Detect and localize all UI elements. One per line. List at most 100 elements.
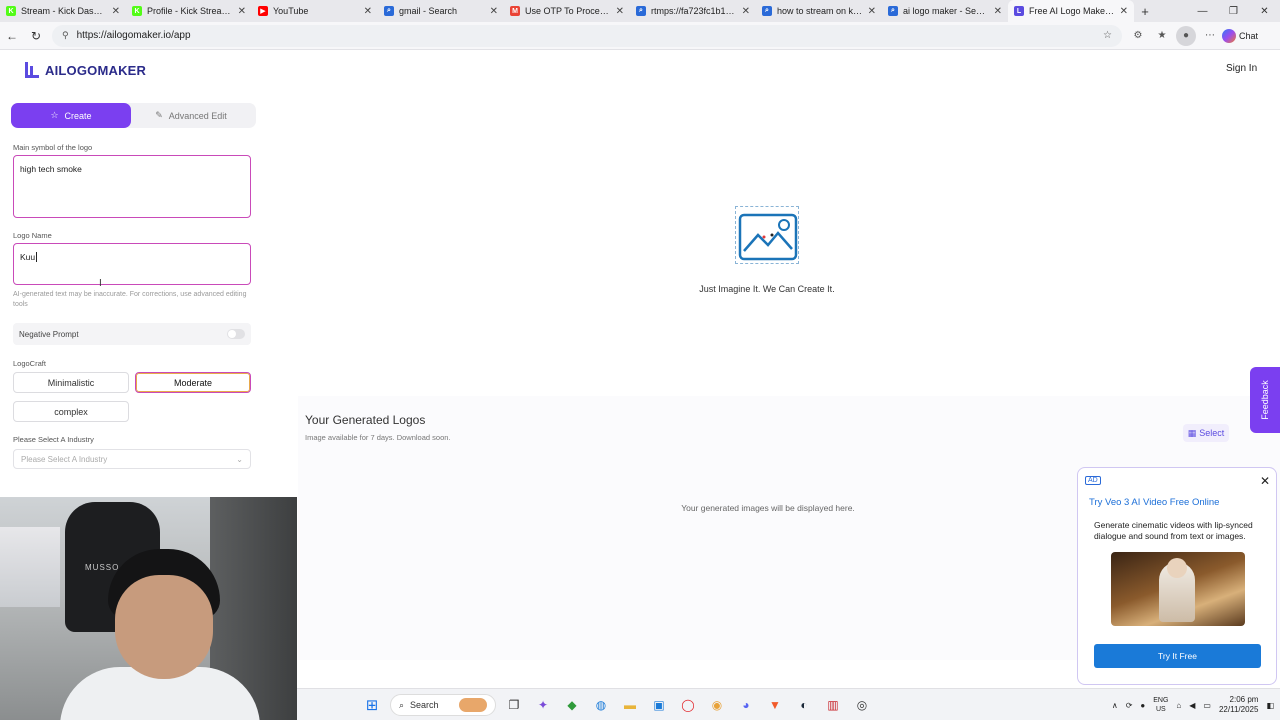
logo-name-label: Logo Name <box>13 231 52 240</box>
taskbar-search[interactable]: ⌕ Search <box>390 694 496 716</box>
copilot-label: Chat <box>1239 30 1259 41</box>
favorite-star-icon[interactable]: ☆ <box>1103 30 1112 41</box>
industry-label: Please Select A Industry <box>13 435 94 444</box>
windows-taskbar: ⊞ ⌕ Search ❐ ✦ ◆ ◍ ▬ ▣ ◯ ◉ ◕ ▼ ◐ ▥ ◎ ∧ ⟳… <box>297 688 1280 720</box>
browser-tab[interactable]: K Profile - Kick Streaming ✕ <box>126 0 252 22</box>
new-tab-button[interactable]: + <box>1134 0 1156 22</box>
window-controls: — ❐ ✕ <box>1187 0 1280 22</box>
generated-subtitle: Image available for 7 days. Download soo… <box>305 433 451 442</box>
browser-tab[interactable]: ⌕ rtmps://fa723fc1b171.g ✕ <box>630 0 756 22</box>
profile-icon[interactable]: ● <box>1176 25 1196 46</box>
steam-icon[interactable]: ◐ <box>793 694 815 716</box>
task-view-icon[interactable]: ❐ <box>503 694 525 716</box>
sync-icon[interactable]: ⟳ <box>1126 701 1133 710</box>
windows-start-icon[interactable]: ⊞ <box>361 694 383 716</box>
search-icon: ⌕ <box>399 699 405 710</box>
search-icon: ⌕ <box>384 6 394 16</box>
negative-prompt-toggle[interactable] <box>227 329 245 339</box>
taskbar-clock[interactable]: 2:06 pm 22/11/2025 <box>1219 695 1258 715</box>
lang-top: ENG <box>1153 697 1169 704</box>
close-icon[interactable]: ✕ <box>1260 474 1270 488</box>
close-tab-icon[interactable]: ✕ <box>112 6 120 17</box>
search-highlight-icon <box>459 698 487 712</box>
clock-time: 2:06 pm <box>1229 695 1259 704</box>
ad-title[interactable]: Try Veo 3 AI Video Free Online <box>1089 497 1219 508</box>
notification-icon[interactable]: ◧ <box>1266 701 1274 710</box>
red-app-icon[interactable]: ▥ <box>822 694 844 716</box>
logo-name-input[interactable]: Kuu <box>13 243 251 285</box>
magic-wand-icon: ✎ <box>155 110 163 120</box>
more-icon[interactable]: ⋯ <box>1200 26 1220 46</box>
opera-icon[interactable]: ◯ <box>677 694 699 716</box>
tray-overflow-icon[interactable]: ∧ <box>1112 701 1118 710</box>
copilot-taskbar-icon[interactable]: ✦ <box>532 694 554 716</box>
site-logo[interactable]: AILOGOMAKER <box>25 62 146 78</box>
close-tab-icon[interactable]: ✕ <box>616 6 624 17</box>
generated-empty-text: Your generated images will be displayed … <box>681 503 855 513</box>
extensions-icon[interactable]: ⚙ <box>1128 26 1148 46</box>
symbol-input-value: high tech smoke <box>20 164 82 174</box>
system-tray: ∧ ⟳ ● ENG US ⌂ ◀ ▭ 2:06 pm 22/11/2025 ◧ <box>1112 689 1274 720</box>
copilot-chat-button[interactable]: Chat <box>1222 28 1259 43</box>
feedback-label: Feedback <box>1260 380 1270 420</box>
close-tab-icon[interactable]: ✕ <box>1120 6 1128 17</box>
close-tab-icon[interactable]: ✕ <box>742 6 750 17</box>
address-bar[interactable]: ⚲ https://ailogomaker.io/app ☆ <box>52 24 1122 47</box>
ad-cta-button[interactable]: Try It Free <box>1094 644 1261 668</box>
tab-title: ai logo maker - Search <box>903 6 989 16</box>
logo-name-value: Kuu <box>20 252 36 262</box>
ad-figure-head <box>1167 558 1187 578</box>
browser-tab[interactable]: ⌕ gmail - Search ✕ <box>378 0 504 22</box>
close-window-icon[interactable]: ✕ <box>1249 0 1280 22</box>
ad-badge: AD <box>1085 476 1101 485</box>
obs-icon[interactable]: ◎ <box>851 694 873 716</box>
tab-advanced-edit[interactable]: ✎ Advanced Edit <box>131 103 251 128</box>
store-icon[interactable]: ▣ <box>648 694 670 716</box>
browser-tab[interactable]: M Use OTP To Proceed - y ✕ <box>504 0 630 22</box>
edge-icon[interactable]: ◍ <box>590 694 612 716</box>
ad-image[interactable] <box>1111 552 1245 626</box>
brave-icon[interactable]: ▼ <box>764 694 786 716</box>
craft-minimalistic-button[interactable]: Minimalistic <box>13 372 129 393</box>
browser-tab[interactable]: L Free AI Logo Maker: Ge ✕ <box>1008 0 1134 22</box>
volume-icon[interactable]: ◀ <box>1189 701 1195 710</box>
input-language[interactable]: ENG US <box>1153 696 1168 714</box>
browser-tab[interactable]: ⌕ ai logo maker - Search ✕ <box>882 0 1008 22</box>
maximize-icon[interactable]: ❐ <box>1218 0 1249 22</box>
chrome-icon[interactable]: ◉ <box>706 694 728 716</box>
symbol-input[interactable]: high tech smoke <box>13 155 251 218</box>
craft-complex-button[interactable]: complex <box>13 401 129 422</box>
browser-tab[interactable]: ⌕ how to stream on kick ✕ <box>756 0 882 22</box>
close-tab-icon[interactable]: ✕ <box>490 6 498 17</box>
browser-tab[interactable]: K Stream - Kick Dashboard ✕ <box>0 0 126 22</box>
tab-create-label: Create <box>64 110 92 121</box>
webcam-person-face <box>115 575 213 679</box>
minimize-icon[interactable]: — <box>1187 0 1218 22</box>
browser-tab[interactable]: ▶ YouTube ✕ <box>252 0 378 22</box>
generated-title: Your Generated Logos <box>305 413 426 427</box>
chart-app-icon[interactable]: ◆ <box>561 694 583 716</box>
discord-icon[interactable]: ◕ <box>735 694 757 716</box>
tab-list: K Stream - Kick Dashboard ✕ K Profile - Kick… <box>0 0 1134 22</box>
feedback-tab[interactable]: Feedback <box>1250 367 1280 433</box>
close-tab-icon[interactable]: ✕ <box>238 6 246 17</box>
industry-placeholder: Please Select A Industry <box>21 454 108 464</box>
close-tab-icon[interactable]: ✕ <box>994 6 1002 17</box>
favorites-icon[interactable]: ★ <box>1152 26 1172 46</box>
craft-moderate-button[interactable]: Moderate <box>135 372 251 393</box>
tab-create[interactable]: ☆ Create <box>11 103 131 128</box>
reload-icon[interactable]: ↻ <box>24 24 48 48</box>
network-icon[interactable]: ⌂ <box>1176 701 1181 710</box>
battery-icon[interactable]: ▭ <box>1203 701 1211 710</box>
select-button[interactable]: ▦ Select <box>1183 424 1229 442</box>
close-tab-icon[interactable]: ✕ <box>364 6 372 17</box>
back-icon[interactable]: ← <box>0 24 24 48</box>
sign-in-link[interactable]: Sign In <box>1226 63 1257 74</box>
industry-select[interactable]: Please Select A Industry ⌄ <box>13 449 251 469</box>
image-placeholder-icon <box>735 206 799 264</box>
microphone-icon[interactable]: ● <box>1140 701 1145 710</box>
close-tab-icon[interactable]: ✕ <box>868 6 876 17</box>
site-info-icon[interactable]: ⚲ <box>62 30 69 41</box>
browser-tools: ⚙ ★ ● ⋯ <box>1128 25 1220 46</box>
file-explorer-icon[interactable]: ▬ <box>619 694 641 716</box>
